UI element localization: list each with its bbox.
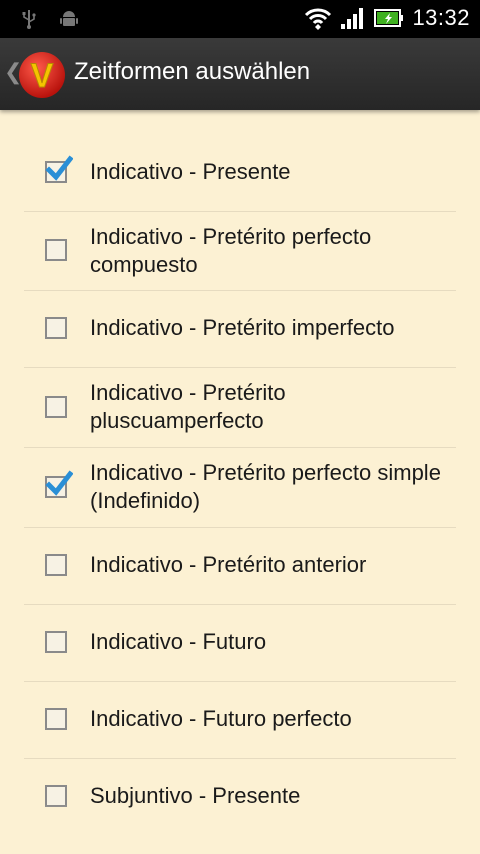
list-item-label: Indicativo - Pretérito perfecto compuest… xyxy=(90,224,372,277)
list-item[interactable]: Indicativo - Pretérito perfecto compuest… xyxy=(24,211,456,291)
list-item[interactable]: Indicativo - Pretérito anterior xyxy=(24,527,456,605)
scroll-fade xyxy=(0,804,480,854)
list-item[interactable]: Indicativo - Pretérito perfecto simple (… xyxy=(24,447,456,528)
app-logo[interactable]: V xyxy=(18,51,66,99)
checkbox[interactable] xyxy=(45,239,67,261)
checkbox[interactable] xyxy=(45,396,67,418)
page-title: Zeitformen auswählen xyxy=(74,58,311,85)
checkbox[interactable] xyxy=(45,470,73,498)
action-bar: ❮ V Zeitformen auswählen xyxy=(0,38,480,110)
list-item-label: Indicativo - Pretérito anterior xyxy=(90,552,367,577)
list-item[interactable]: Indicativo - Presente xyxy=(24,134,456,212)
list-item-label: Indicativo - Pretérito imperfecto xyxy=(90,315,395,340)
list-item-label: Indicativo - Futuro xyxy=(90,629,267,654)
android-debug-icon xyxy=(60,11,78,26)
app-logo-letter: V xyxy=(31,57,54,95)
wifi-icon xyxy=(305,8,332,30)
list-item-label: Indicativo - Presente xyxy=(90,159,291,184)
checkbox[interactable] xyxy=(45,155,73,183)
status-clock: 13:32 xyxy=(412,5,470,30)
list-item-label: Indicativo - Pretérito perfecto simple (… xyxy=(90,460,441,513)
list-item[interactable]: Indicativo - Pretérito imperfecto xyxy=(24,290,456,368)
tense-list: Indicativo - Presente Indicativo - Preté… xyxy=(0,110,480,854)
list-item[interactable]: Indicativo - Pretérito pluscuamperfecto xyxy=(24,367,456,448)
list-item-label: Indicativo - Pretérito pluscuamperfecto xyxy=(90,380,286,433)
check-mark-icon xyxy=(45,470,73,496)
signal-icon xyxy=(341,8,364,29)
checkbox[interactable] xyxy=(45,554,67,576)
checkbox[interactable] xyxy=(45,631,67,653)
check-mark-icon xyxy=(45,155,73,181)
status-bar: 13:32 xyxy=(0,0,480,38)
battery-icon xyxy=(374,9,404,27)
list-item[interactable]: Indicativo - Futuro perfecto xyxy=(24,681,456,759)
usb-icon xyxy=(22,10,36,29)
checkbox[interactable] xyxy=(45,317,67,339)
checkbox[interactable] xyxy=(45,708,67,730)
list-item[interactable]: Indicativo - Futuro xyxy=(24,604,456,682)
list-item-label: Indicativo - Futuro perfecto xyxy=(90,706,352,731)
